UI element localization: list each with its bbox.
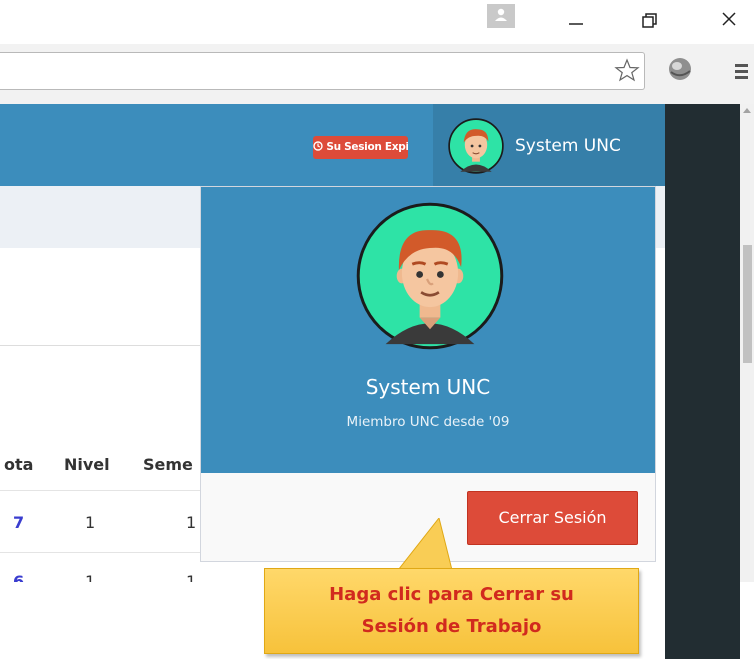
address-bar[interactable] — [0, 52, 645, 90]
minimize-button[interactable] — [561, 8, 591, 32]
user-avatar-icon — [448, 118, 504, 174]
dark-panel — [665, 104, 740, 659]
table-cell-nivel: 1 — [85, 572, 96, 582]
minimize-icon — [569, 23, 583, 25]
bookmark-star-button[interactable] — [614, 58, 640, 82]
clock-icon — [313, 141, 323, 151]
tooltip-pointer — [394, 518, 454, 574]
divider — [0, 345, 210, 346]
table-cell-nivel: 1 — [85, 513, 96, 532]
tooltip-line-2: Sesión de Trabajo — [361, 616, 542, 637]
browser-menu-button[interactable] — [732, 60, 752, 82]
column-header-nivel[interactable]: Nivel — [64, 455, 110, 475]
globe-extension-icon — [669, 58, 691, 80]
table-row-divider — [0, 490, 210, 491]
extension-button[interactable] — [663, 54, 697, 84]
member-since-text: Miembro UNC desde '09 — [346, 414, 510, 430]
logout-hint-tooltip: Haga clic para Cerrar su Sesión de Traba… — [264, 568, 639, 654]
hamburger-menu-icon — [735, 64, 748, 79]
restore-icon — [642, 13, 657, 28]
session-timer-text: Su Sesion Expirara en 59 segs — [326, 141, 408, 153]
person-icon — [495, 8, 507, 21]
restore-button[interactable] — [634, 8, 664, 32]
profile-avatar — [356, 202, 504, 350]
close-icon — [722, 12, 736, 26]
tooltip-line-1: Haga clic para Cerrar su — [329, 584, 574, 605]
table-cell-nota[interactable]: 7 — [13, 513, 24, 533]
close-button[interactable] — [714, 8, 744, 32]
browser-profile-button[interactable] — [487, 4, 515, 28]
table-row-divider — [0, 552, 210, 553]
dropdown-user-name: System UNC — [365, 375, 491, 399]
column-header-semestre[interactable]: Seme — [143, 455, 193, 475]
table-cell-semestre: 1 — [186, 513, 197, 532]
logout-button[interactable]: Cerrar Sesión — [467, 491, 638, 545]
scroll-thumb[interactable] — [743, 245, 752, 363]
nav-avatar[interactable] — [448, 118, 504, 174]
scroll-up-arrow-icon[interactable] — [743, 108, 751, 113]
table-cell-semestre: 1 — [186, 572, 197, 582]
star-outline-icon — [614, 58, 640, 82]
user-avatar-icon — [356, 202, 504, 350]
session-timer-badge: Su Sesion Expirara en 59 segs — [313, 136, 408, 159]
column-header-nota[interactable]: ota — [4, 455, 33, 475]
nav-user-name[interactable]: System UNC — [515, 133, 621, 159]
table-cell-nota[interactable]: 6 — [13, 572, 24, 582]
